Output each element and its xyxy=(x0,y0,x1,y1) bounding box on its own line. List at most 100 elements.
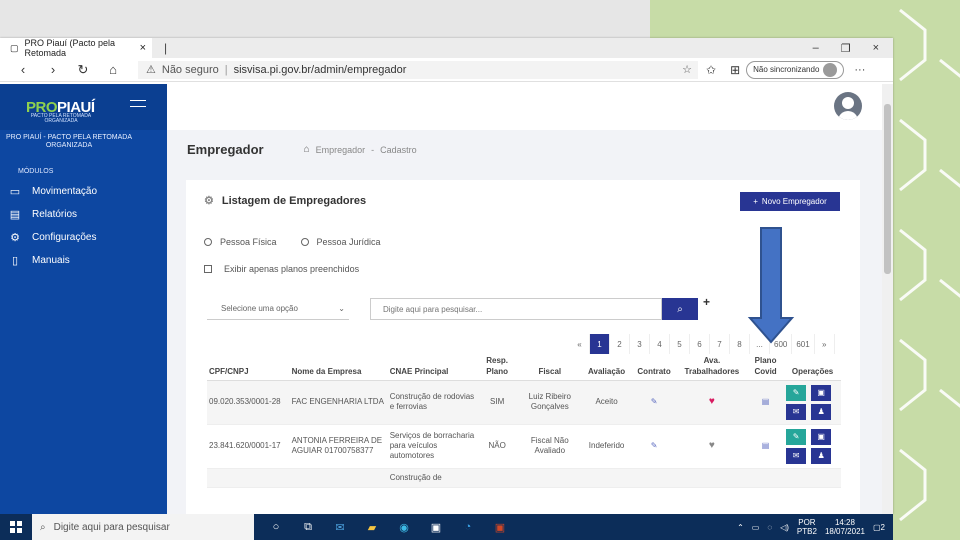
close-window-button[interactable]: × xyxy=(873,42,879,55)
network-icon[interactable]: ▭ xyxy=(752,523,760,532)
collections-icon[interactable]: ⊞ xyxy=(730,63,740,77)
heart-icon[interactable]: ♥ xyxy=(709,440,715,451)
user-avatar[interactable] xyxy=(834,92,862,120)
col-cnae[interactable]: CNAE Principal xyxy=(387,352,477,381)
page-7[interactable]: 7 xyxy=(710,334,730,354)
col-cpf[interactable]: CPF/CNPJ xyxy=(207,352,290,381)
new-employer-button[interactable]: + Novo Empregador xyxy=(740,192,840,211)
cell-operacoes: ✎ ▣ ✉ ♟ xyxy=(784,380,841,425)
add-filter-button[interactable]: + xyxy=(703,295,710,309)
paperclip-icon[interactable]: ✎ xyxy=(651,441,658,450)
volume-icon[interactable]: ◁) xyxy=(780,523,789,532)
radio-pessoa-juridica[interactable]: Pessoa Jurídica xyxy=(300,237,381,247)
task-view-icon[interactable]: ⧉ xyxy=(300,519,316,535)
windows-start-icon[interactable] xyxy=(0,521,32,533)
warning-icon: ⚠ xyxy=(146,64,156,76)
edit-button[interactable]: ✎ xyxy=(786,428,807,445)
page-2[interactable]: 2 xyxy=(610,334,630,354)
page-next[interactable]: » xyxy=(815,334,835,354)
save-button[interactable]: ▣ xyxy=(811,428,832,445)
save-button[interactable]: ▣ xyxy=(811,384,832,401)
sidebar-item-relatorios[interactable]: ▤ Relatórios xyxy=(8,208,167,221)
page-3[interactable]: 3 xyxy=(630,334,650,354)
user-button[interactable]: ♟ xyxy=(811,403,832,420)
powerpoint-icon[interactable]: ▣ xyxy=(492,519,508,535)
cell-ava-trabalhadores[interactable]: ♥ xyxy=(676,424,747,469)
sidebar-item-manuais[interactable]: ▯ Manuais xyxy=(8,254,167,267)
url-field[interactable]: ⚠ Não seguro | sisvisa.pi.gov.br/admin/e… xyxy=(138,60,698,79)
back-icon[interactable]: ‹ xyxy=(8,62,38,77)
sidebar: PROPIAUÍ PACTO PELA RETOMADA ORGANIZADA … xyxy=(0,84,167,514)
search-button[interactable]: ⌕ xyxy=(662,298,698,320)
tab-close-icon[interactable]: × xyxy=(140,42,146,54)
page-prev[interactable]: « xyxy=(570,334,590,354)
email-button[interactable]: ✉ xyxy=(786,447,807,464)
heart-icon[interactable]: ♥ xyxy=(709,396,715,407)
sync-button[interactable]: Não sincronizando xyxy=(746,60,845,79)
sync-label: Não sincronizando xyxy=(753,65,820,74)
filter-select[interactable]: Selecione uma opção ⌄ xyxy=(207,298,349,320)
cell-contrato[interactable]: ✎ xyxy=(631,424,677,469)
file-explorer-icon[interactable]: ▰ xyxy=(364,519,380,535)
page-scrollbar[interactable] xyxy=(882,84,893,514)
sidebar-item-configuracoes[interactable]: ⚙ Configurações xyxy=(8,231,167,244)
col-plano-covid[interactable]: Plano Covid xyxy=(746,352,785,381)
home-icon[interactable]: ⌂ xyxy=(98,62,128,77)
search-input[interactable] xyxy=(370,298,662,320)
scrollbar-thumb[interactable] xyxy=(884,104,891,274)
notification-icon[interactable]: ▢2 xyxy=(873,523,885,532)
document-icon[interactable]: ▤ xyxy=(762,397,770,406)
email-button[interactable]: ✉ xyxy=(786,403,807,420)
home-icon[interactable]: ⌂ xyxy=(304,144,310,155)
filled-plans-checkbox[interactable]: Exibir apenas planos preenchidos xyxy=(204,264,359,274)
restore-button[interactable]: ❐ xyxy=(841,42,851,55)
page-4[interactable]: 4 xyxy=(650,334,670,354)
col-nome[interactable]: Nome da Empresa xyxy=(289,352,388,381)
cell-ava-trabalhadores xyxy=(676,468,747,488)
minimize-button[interactable]: – xyxy=(813,42,819,55)
wifi-icon[interactable]: ◌ xyxy=(767,523,772,532)
menu-toggle-icon[interactable] xyxy=(130,100,146,112)
browser-tab[interactable]: ▢ PRO Piauí (Pacto pela Retomada × xyxy=(0,38,152,58)
windows-taskbar: ⌕ Digite aqui para pesquisar ○ ⧉ ✉ ▰ ◉ ▣… xyxy=(0,514,893,540)
app-icon[interactable]: ◔ xyxy=(460,519,476,535)
cell-ava-trabalhadores[interactable]: ♥ xyxy=(676,380,747,425)
edit-button[interactable]: ✎ xyxy=(786,384,807,401)
col-contrato[interactable]: Contrato xyxy=(631,352,677,381)
document-icon[interactable]: ▤ xyxy=(762,441,770,450)
favorite-icon[interactable]: ☆ xyxy=(682,63,698,76)
favorites-icon[interactable]: ✩ xyxy=(706,63,716,77)
taskbar-search[interactable]: ⌕ Digite aqui para pesquisar xyxy=(32,514,254,540)
col-avaliacao[interactable]: Avaliação xyxy=(581,352,632,381)
page-1[interactable]: 1 xyxy=(590,334,610,354)
store-icon[interactable]: ▣ xyxy=(428,519,444,535)
cell-cnae: Construção de rodovias e ferrovias xyxy=(387,380,477,425)
col-fiscal[interactable]: Fiscal xyxy=(517,352,582,381)
breadcrumb-item[interactable]: Empregador xyxy=(316,145,366,155)
language-indicator[interactable]: POR PTB2 xyxy=(797,518,817,536)
sidebar-item-label: Configurações xyxy=(32,232,97,243)
radio-pessoa-fisica[interactable]: Pessoa Física xyxy=(204,237,277,247)
sidebar-item-movimentacao[interactable]: ▭ Movimentação xyxy=(8,185,167,198)
cell-contrato[interactable]: ✎ xyxy=(631,380,677,425)
edge-icon[interactable]: ◉ xyxy=(396,519,412,535)
chevron-up-icon[interactable]: ⌃ xyxy=(737,523,744,532)
page-5[interactable]: 5 xyxy=(670,334,690,354)
gear-icon: ⚙ xyxy=(204,195,214,207)
page-6[interactable]: 6 xyxy=(690,334,710,354)
new-tab-button[interactable]: | xyxy=(164,41,167,55)
refresh-icon[interactable]: ↻ xyxy=(68,62,98,78)
sidebar-item-label: Manuais xyxy=(32,255,70,266)
taskbar-clock[interactable]: 14:28 18/07/2021 xyxy=(825,518,865,536)
forward-icon[interactable]: › xyxy=(38,62,68,77)
mail-icon[interactable]: ✉ xyxy=(332,519,348,535)
col-ava-trabalhadores[interactable]: Ava. Trabalhadores xyxy=(676,352,747,381)
more-menu-icon[interactable]: ··· xyxy=(854,64,865,76)
user-button[interactable]: ♟ xyxy=(811,447,832,464)
table-header-row: CPF/CNPJ Nome da Empresa CNAE Principal … xyxy=(207,352,841,381)
col-resp[interactable]: Resp. Plano xyxy=(476,352,518,381)
cortana-icon[interactable]: ○ xyxy=(268,519,284,535)
paperclip-icon[interactable]: ✎ xyxy=(651,397,658,406)
cell-plano-covid[interactable]: ▤ xyxy=(746,424,785,469)
cell-plano-covid[interactable]: ▤ xyxy=(746,380,785,425)
